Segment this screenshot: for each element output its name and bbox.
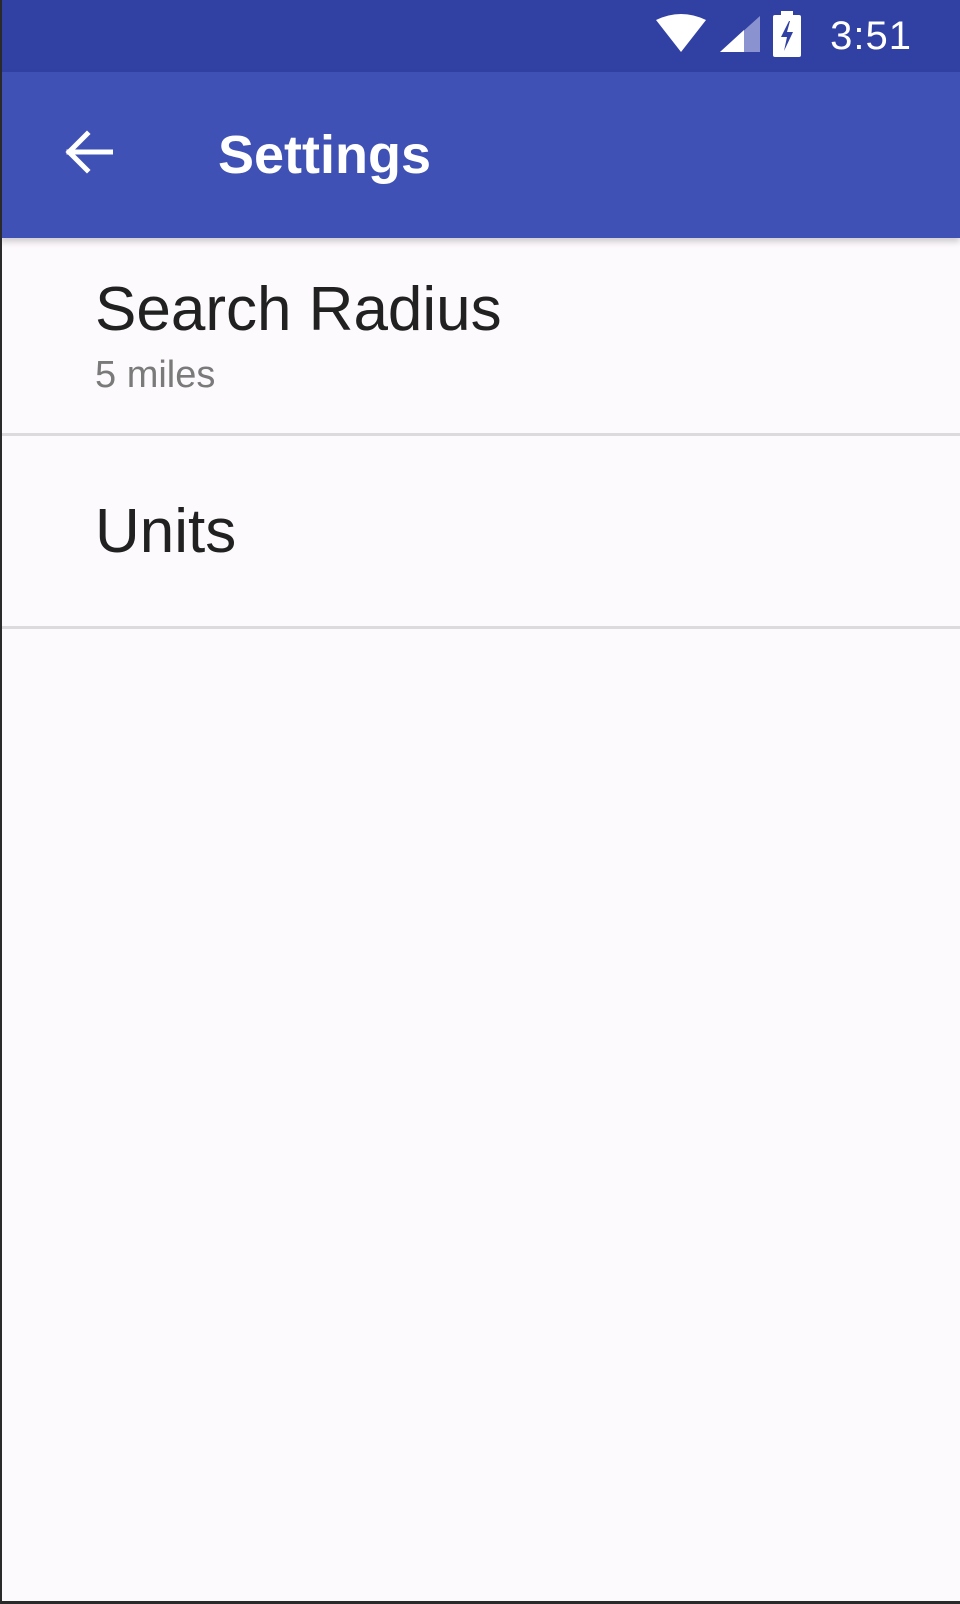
screen-border-left	[0, 0, 2, 1604]
cellular-signal-icon	[718, 14, 762, 59]
preference-list: Search Radius 5 miles Units	[0, 238, 960, 629]
preference-units[interactable]: Units	[0, 436, 960, 629]
arrow-back-icon	[63, 129, 114, 179]
status-time: 3:51	[830, 13, 912, 58]
preference-title: Search Radius	[95, 275, 502, 344]
preference-title: Units	[95, 497, 237, 566]
settings-screen: 3:51 Settings Search Radius 5 miles Unit…	[0, 0, 960, 1604]
wifi-icon	[654, 13, 708, 59]
battery-charging-icon	[772, 10, 802, 62]
preference-summary: 5 miles	[95, 354, 216, 396]
page-title: Settings	[218, 125, 432, 185]
status-bar: 3:51	[0, 0, 960, 72]
app-bar: Settings	[0, 72, 960, 238]
status-icons: 3:51	[654, 0, 912, 72]
back-button[interactable]	[44, 110, 132, 198]
preference-search-radius[interactable]: Search Radius 5 miles	[0, 238, 960, 436]
